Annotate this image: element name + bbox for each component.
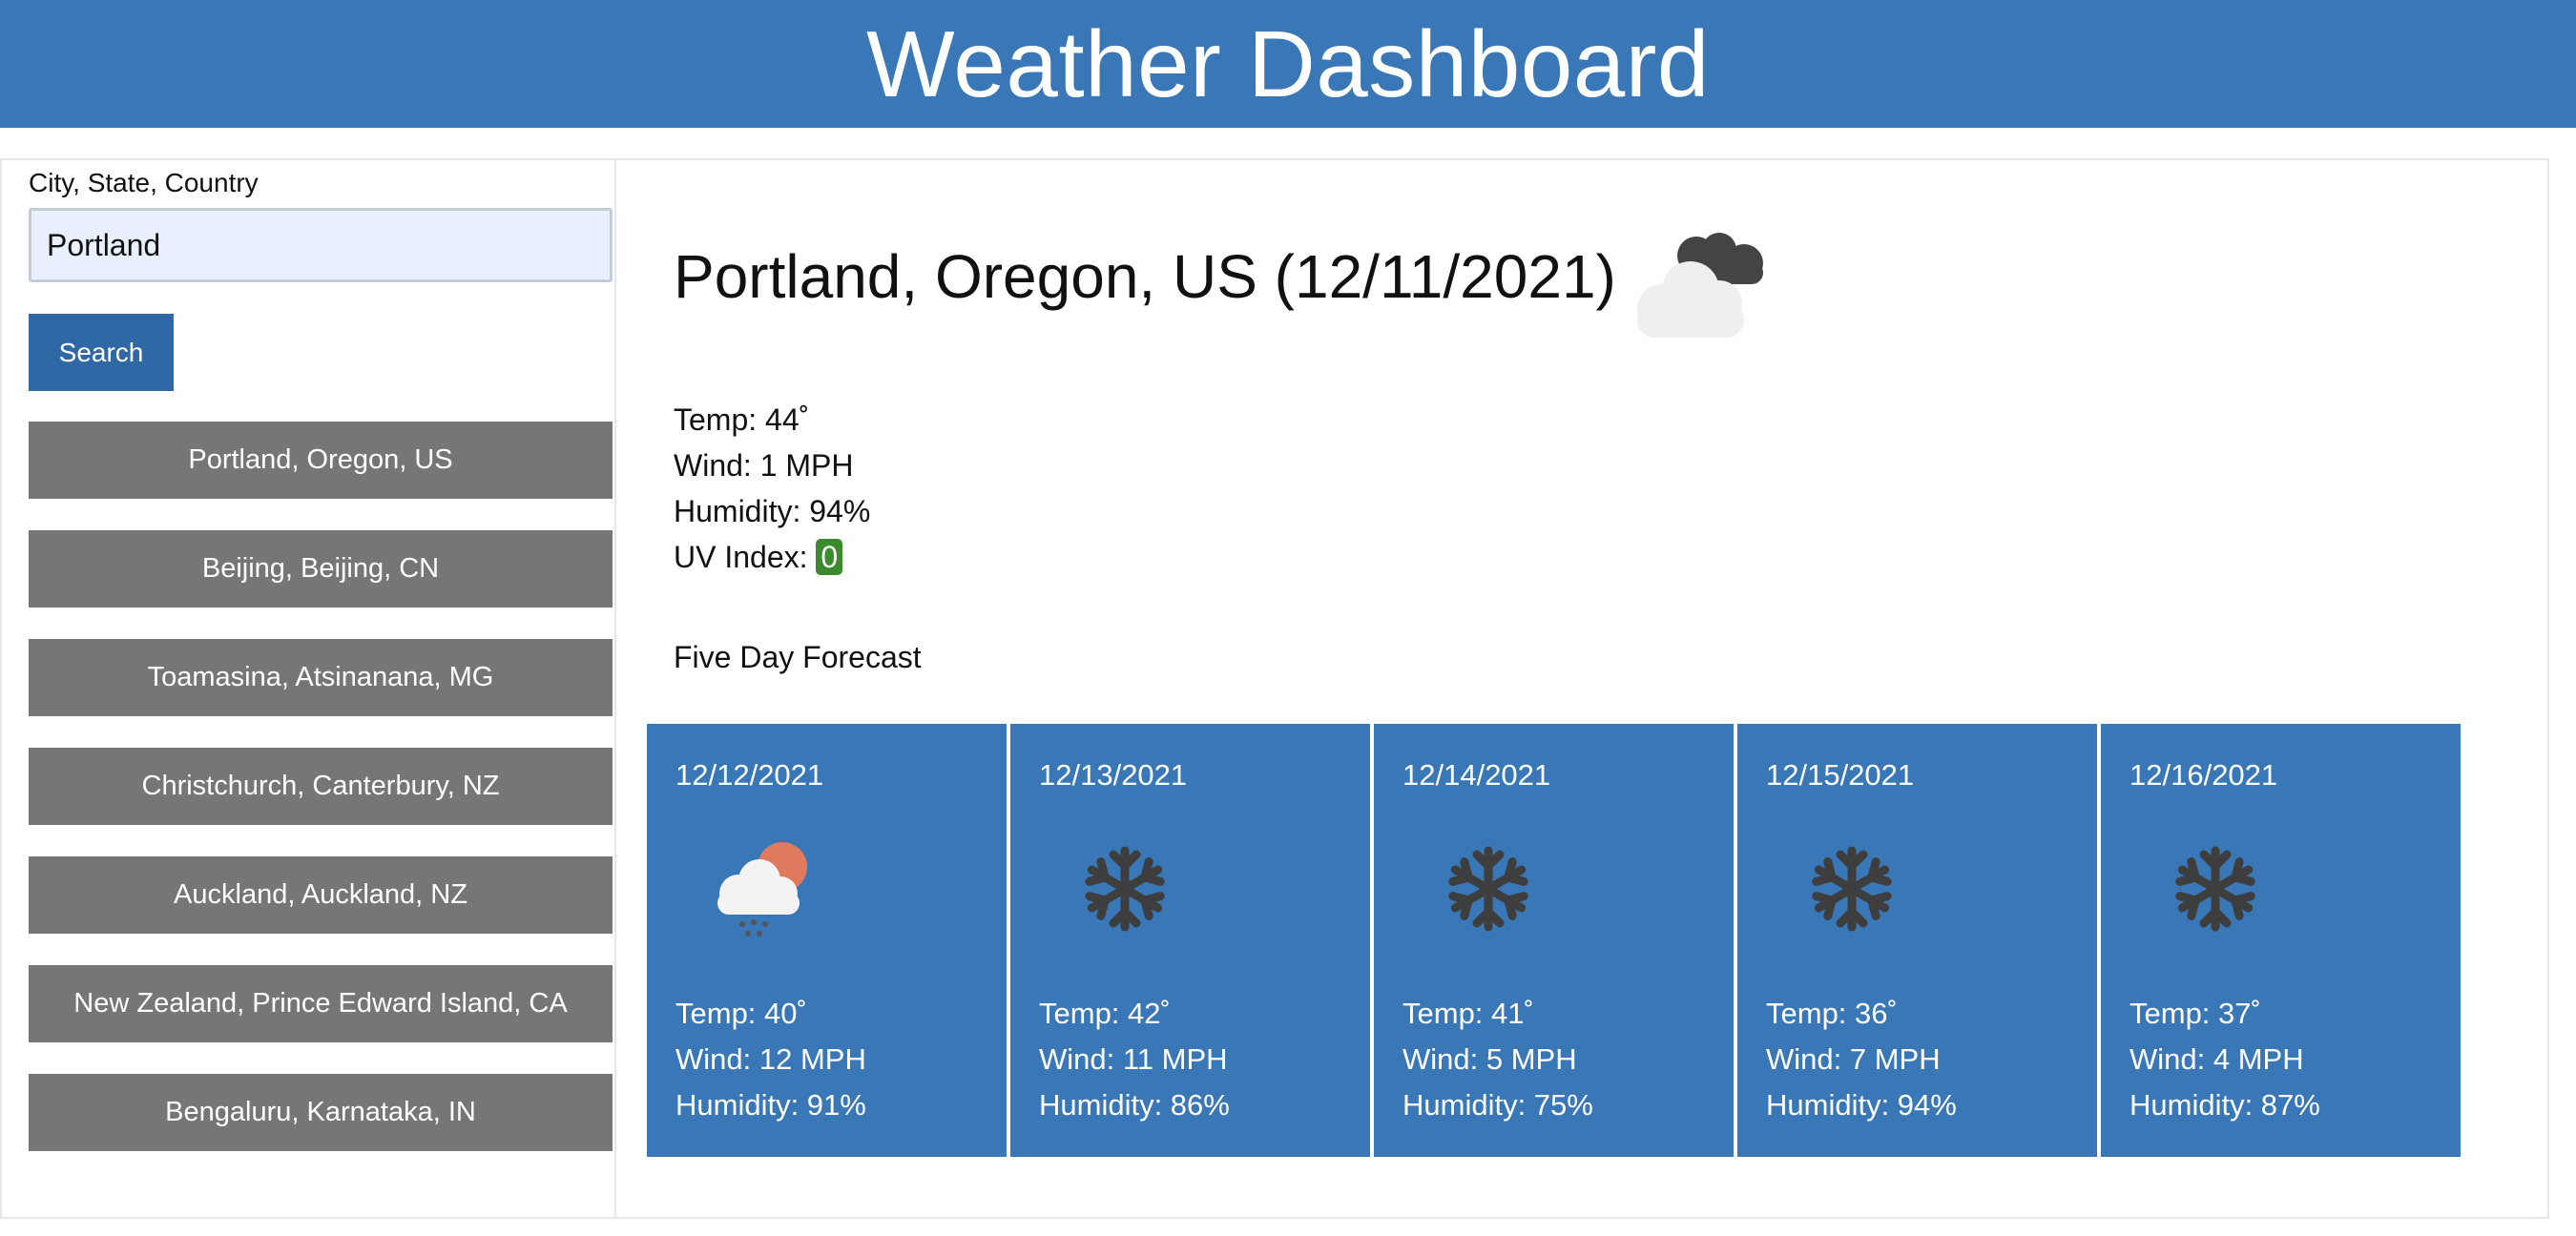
forecast-date: 12/14/2021 (1402, 758, 1551, 792)
forecast-temp: Temp: 40˚ (675, 997, 807, 1030)
forecast-date: 12/15/2021 (1766, 758, 1915, 792)
forecast-temp: Temp: 37˚ (2129, 997, 2261, 1030)
forecast-wind: Wind: 4 MPH (2129, 1042, 2304, 1076)
forecast-wind: Wind: 12 MPH (675, 1042, 866, 1076)
rain-sun-icon (717, 842, 807, 937)
history-item-toamasina[interactable]: Toamasina, Atsinanana, MG (29, 639, 613, 716)
forecast-date: 12/16/2021 (2129, 758, 2278, 792)
forecast-humidity: Humidity: 91% (675, 1088, 866, 1122)
forecast-temp: Temp: 42˚ (1039, 997, 1171, 1030)
current-humidity: Humidity: 94% (674, 494, 871, 528)
forecast-wind: Wind: 11 MPH (1039, 1042, 1228, 1076)
forecast-card: 12/15/2021 Temp: 36˚ Wind: 7 MPH Humidit… (1737, 724, 2097, 1157)
snowflake-icon (1085, 846, 1165, 932)
history-item-beijing[interactable]: Beijing, Beijing, CN (29, 530, 613, 608)
snowflake-icon (1812, 846, 1892, 932)
snowflake-icon (2175, 846, 2255, 932)
forecast-temp: Temp: 41˚ (1402, 997, 1534, 1030)
forecast-date: 12/13/2021 (1039, 758, 1188, 792)
search-input[interactable] (29, 208, 613, 282)
search-history: Portland, Oregon, US Beijing, Beijing, C… (29, 422, 613, 1151)
history-item-auckland[interactable]: Auckland, Auckland, NZ (29, 856, 613, 934)
forecast-humidity: Humidity: 86% (1039, 1088, 1230, 1122)
current-stats: Temp: 44˚ Wind: 1 MPH Humidity: 94% UV I… (674, 397, 870, 580)
uv-label: UV Index: (674, 540, 808, 574)
forecast-temp: Temp: 36˚ (1766, 997, 1898, 1030)
forecast-stats: Temp: 41˚ Wind: 5 MPH Humidity: 75% (1402, 991, 1593, 1128)
search-button[interactable]: Search (29, 314, 174, 391)
history-item-bengaluru[interactable]: Bengaluru, Karnataka, IN (29, 1074, 613, 1151)
cloud-icon (1637, 233, 1763, 338)
forecast-wind: Wind: 5 MPH (1402, 1042, 1577, 1076)
forecast-card: 12/12/2021 Temp: 40˚ Wind: 12 MPH Humidi… (647, 724, 1007, 1157)
forecast-date: 12/12/2021 (675, 758, 824, 792)
forecast-row: 12/12/2021 Temp: 40˚ Wind: 12 MPH Humidi… (647, 724, 2461, 1157)
app-header: Weather Dashboard (0, 0, 2576, 128)
forecast-wind: Wind: 7 MPH (1766, 1042, 1941, 1076)
snowflake-icon (1448, 846, 1528, 932)
forecast-card: 12/14/2021 Temp: 41˚ Wind: 5 MPH Humidit… (1374, 724, 1734, 1157)
page-title: Weather Dashboard (866, 10, 1710, 116)
current-weather-title: Portland, Oregon, US (12/11/2021) (674, 242, 1616, 311)
history-item-portland[interactable]: Portland, Oregon, US (29, 422, 613, 499)
forecast-stats: Temp: 36˚ Wind: 7 MPH Humidity: 94% (1766, 991, 1957, 1128)
forecast-humidity: Humidity: 87% (2129, 1088, 2320, 1122)
forecast-card: 12/16/2021 Temp: 37˚ Wind: 4 MPH Humidit… (2101, 724, 2461, 1157)
history-item-new-zealand-pei[interactable]: New Zealand, Prince Edward Island, CA (29, 965, 613, 1042)
forecast-card: 12/13/2021 Temp: 42˚ Wind: 11 MPH Humidi… (1010, 724, 1370, 1157)
forecast-stats: Temp: 42˚ Wind: 11 MPH Humidity: 86% (1039, 991, 1230, 1128)
forecast-heading: Five Day Forecast (674, 640, 922, 674)
current-uv: UV Index: 0 (674, 534, 870, 580)
current-temp: Temp: 44˚ (674, 402, 810, 437)
forecast-humidity: Humidity: 94% (1766, 1088, 1957, 1122)
forecast-stats: Temp: 40˚ Wind: 12 MPH Humidity: 91% (675, 991, 866, 1128)
forecast-humidity: Humidity: 75% (1402, 1088, 1593, 1122)
current-wind: Wind: 1 MPH (674, 448, 854, 483)
search-label: City, State, Country (29, 168, 259, 197)
history-item-christchurch[interactable]: Christchurch, Canterbury, NZ (29, 748, 613, 825)
uv-badge: 0 (816, 539, 843, 575)
forecast-stats: Temp: 37˚ Wind: 4 MPH Humidity: 87% (2129, 991, 2320, 1128)
